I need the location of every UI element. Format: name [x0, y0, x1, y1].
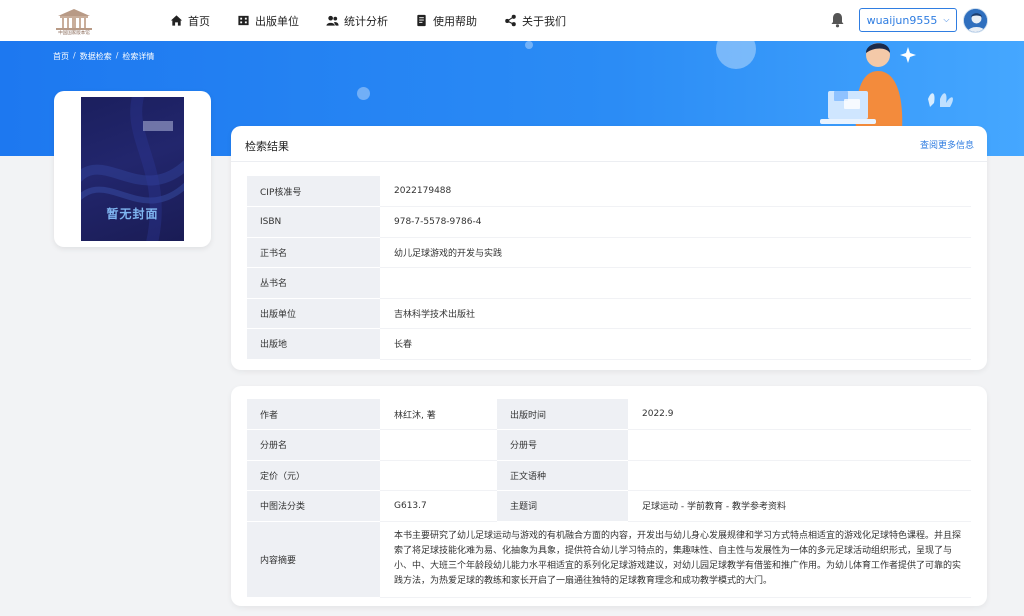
home-icon [170, 15, 183, 26]
decor-bubble [357, 87, 370, 100]
site-logo[interactable]: 中国国家版本馆 [52, 6, 96, 36]
book-cover-placeholder: 暂无封面 [81, 97, 184, 241]
table-row: 定价（元） 正文语种 [247, 460, 971, 491]
field-value: G613.7 [380, 490, 497, 522]
abstract-text: 本书主要研究了幼儿足球运动与游戏的有机融合方面的内容，开发出与幼儿身心发展规律和… [380, 521, 971, 598]
table-row: 分册名 分册号 [247, 429, 971, 461]
field-label: 分册号 [497, 429, 628, 461]
nav-statistics[interactable]: 统计分析 [326, 13, 388, 29]
field-label: ISBN [247, 206, 380, 238]
logo-text: 中国国家版本馆 [58, 30, 90, 36]
share-icon [505, 14, 516, 27]
field-value: 2022.9 [628, 399, 971, 430]
username: wuaijun9555 [866, 13, 938, 27]
breadcrumb-search[interactable]: 数据检索 [80, 51, 112, 62]
field-label: CIP核准号 [247, 176, 380, 207]
nav-help[interactable]: 使用帮助 [415, 13, 477, 29]
detail-info-table: 作者 林红沐, 著 出版时间 2022.9 分册名 分册号 定价（元） 正文语种… [247, 399, 971, 598]
field-value: 幼儿足球游戏的开发与实践 [380, 237, 971, 268]
avatar[interactable] [963, 8, 988, 33]
table-row: 出版地 长春 [247, 328, 971, 360]
breadcrumb-home[interactable]: 首页 [53, 51, 69, 62]
field-value: 长春 [380, 328, 971, 360]
field-label: 正书名 [247, 237, 380, 268]
detail-info-card: 作者 林红沐, 著 出版时间 2022.9 分册名 分册号 定价（元） 正文语种… [231, 386, 987, 606]
field-label: 中图法分类 [247, 490, 380, 522]
field-value: 吉林科学技术出版社 [380, 298, 971, 329]
top-header: 中国国家版本馆 首页 出版单位 统计分析 使用帮助 关于我们 wuaijun95… [0, 0, 1024, 41]
breadcrumb-detail: 检索详情 [122, 52, 155, 61]
field-value [380, 267, 971, 299]
nav-help-label: 使用帮助 [433, 14, 477, 28]
field-value: 足球运动 - 学前教育 - 教学参考资料 [628, 490, 971, 522]
nav-about[interactable]: 关于我们 [504, 13, 566, 29]
table-row: 中图法分类 G613.7 主题词 足球运动 - 学前教育 - 教学参考资料 [247, 490, 971, 522]
chevron-down-icon: ⌵ [943, 15, 950, 24]
field-value [380, 429, 497, 461]
field-label: 出版单位 [247, 298, 380, 329]
field-label: 出版地 [247, 328, 380, 360]
no-cover-text: 暂无封面 [106, 207, 159, 221]
search-result-card: 检索结果 查阅更多信息 CIP核准号 2022179488 ISBN 978-7… [231, 126, 987, 370]
nav-publishers-label: 出版单位 [255, 14, 299, 28]
field-value [380, 460, 497, 491]
nav-home-label: 首页 [188, 14, 210, 28]
table-row: 正书名 幼儿足球游戏的开发与实践 [247, 237, 971, 268]
field-label: 作者 [247, 399, 380, 430]
main-nav: 首页 出版单位 统计分析 使用帮助 关于我们 [170, 0, 593, 41]
table-row: CIP核准号 2022179488 [247, 176, 971, 207]
logo-building-icon [56, 9, 92, 30]
field-label: 定价（元） [247, 460, 380, 491]
field-label: 出版时间 [497, 399, 628, 430]
avatar-image [964, 9, 987, 32]
result-card-header: 检索结果 查阅更多信息 [231, 126, 987, 162]
users-icon [326, 15, 339, 26]
nav-statistics-label: 统计分析 [344, 14, 388, 28]
nav-publishers[interactable]: 出版单位 [237, 13, 299, 29]
result-title: 检索结果 [245, 140, 289, 153]
more-info-link[interactable]: 查阅更多信息 [920, 138, 974, 151]
field-label: 丛书名 [247, 267, 380, 299]
building-icon [238, 15, 249, 26]
abstract-label: 内容摘要 [247, 521, 380, 598]
illustration-person-laptop-icon [820, 43, 953, 131]
table-row: ISBN 978-7-5578-9786-4 [247, 206, 971, 238]
field-value: 2022179488 [380, 176, 971, 207]
bell-icon[interactable] [830, 12, 845, 28]
table-row: 丛书名 [247, 267, 971, 299]
nav-home[interactable]: 首页 [170, 13, 210, 29]
table-row: 作者 林红沐, 著 出版时间 2022.9 [247, 399, 971, 430]
basic-info-table: CIP核准号 2022179488 ISBN 978-7-5578-9786-4… [247, 176, 971, 360]
book-cover-card: 暂无封面 [54, 91, 211, 247]
field-label: 正文语种 [497, 460, 628, 491]
table-row: 内容摘要 本书主要研究了幼儿足球运动与游戏的有机融合方面的内容，开发出与幼儿身心… [247, 521, 971, 598]
document-icon [417, 14, 426, 27]
field-label: 分册名 [247, 429, 380, 461]
field-value: 978-7-5578-9786-4 [380, 206, 971, 238]
decor-bubble [525, 41, 533, 49]
nav-about-label: 关于我们 [522, 14, 566, 28]
field-value [628, 429, 971, 461]
breadcrumb: 首页 / 数据检索 / 检索详情 [53, 51, 155, 62]
table-row: 出版单位 吉林科学技术出版社 [247, 298, 971, 329]
field-label: 主题词 [497, 490, 628, 522]
field-value [628, 460, 971, 491]
field-value: 林红沐, 著 [380, 399, 497, 430]
decor-bubble [716, 41, 756, 69]
user-menu-button[interactable]: wuaijun9555 ⌵ [859, 8, 957, 32]
